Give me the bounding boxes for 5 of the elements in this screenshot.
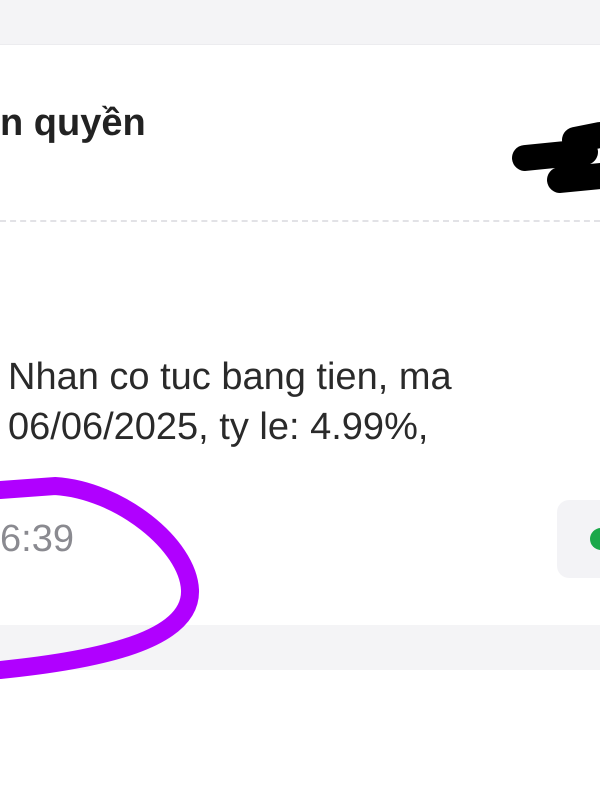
section-title: n quyền: [0, 101, 146, 146]
status-chip[interactable]: [557, 500, 600, 578]
message-time: 6:39: [0, 516, 74, 562]
message-line: 06/06/2025, ty le: 4.99%,: [8, 405, 430, 450]
message-line: Nhan co tuc bang tien, ma: [8, 355, 453, 400]
